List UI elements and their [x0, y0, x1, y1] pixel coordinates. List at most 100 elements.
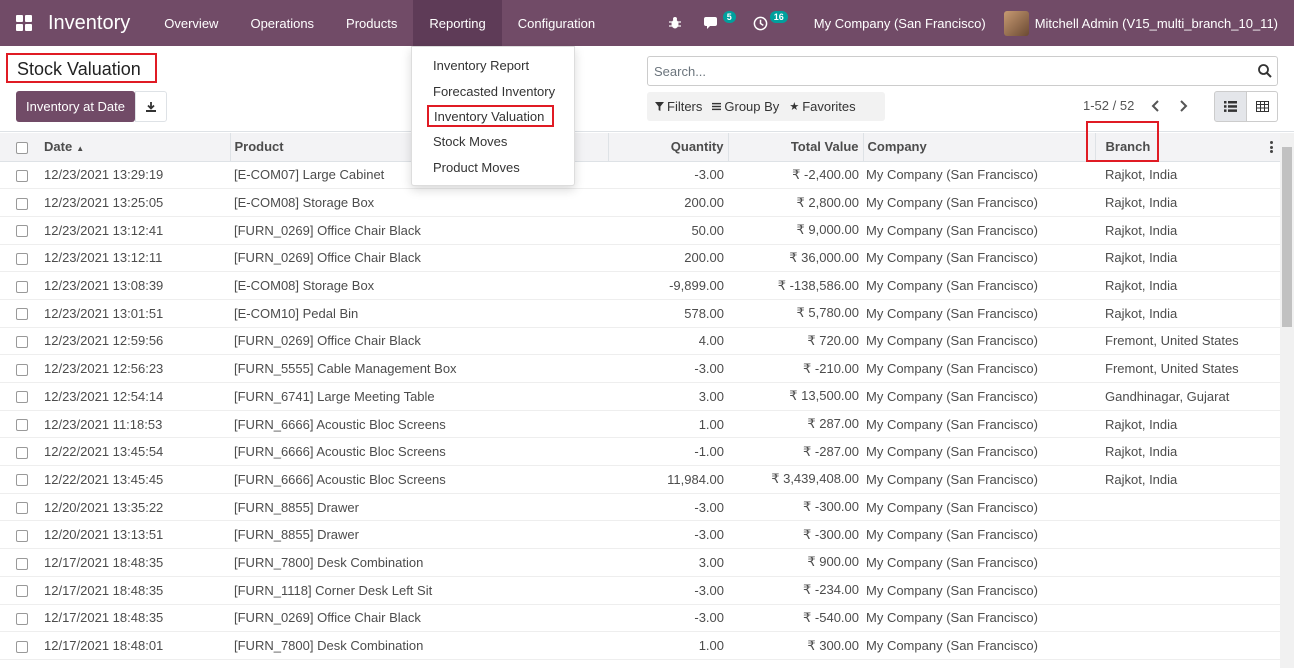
table-row[interactable]: 12/17/2021 18:48:35 [FURN_1118] Corner De… [0, 576, 1280, 605]
cell-date: 12/17/2021 18:48:35 [40, 548, 230, 577]
groupby-dropdown[interactable]: Group By [712, 99, 779, 114]
menu-item-stock-moves[interactable]: Stock Moves [412, 129, 574, 155]
table-row[interactable]: 12/17/2021 18:48:35 [FURN_0269] Office Ch… [0, 604, 1280, 633]
select-all-checkbox-cell[interactable] [0, 133, 40, 162]
row-checkbox[interactable] [16, 474, 28, 487]
menu-operations[interactable]: Operations [234, 0, 330, 46]
row-checkbox-cell[interactable] [0, 382, 40, 411]
table-row[interactable]: 12/23/2021 13:08:39 [E-COM08] Storage Box… [0, 271, 1280, 300]
apps-menu-icon[interactable] [0, 0, 48, 46]
column-date-header[interactable]: Date ▲ [40, 133, 230, 162]
row-checkbox[interactable] [16, 280, 28, 293]
row-checkbox-cell[interactable] [0, 410, 40, 439]
select-all-checkbox[interactable] [16, 141, 28, 154]
column-quantity-header[interactable]: Quantity [607, 133, 728, 162]
table-header-row: Date ▲ Product Quantity Total Value Compa… [0, 133, 1280, 162]
table-row[interactable]: 12/20/2021 13:13:51 [FURN_8855] Drawer -3.… [0, 520, 1280, 550]
table-row[interactable]: 12/23/2021 12:56:23 [FURN_5555] Cable Man… [0, 354, 1280, 383]
row-checkbox[interactable] [16, 557, 28, 570]
menu-overview[interactable]: Overview [148, 0, 234, 46]
app-name[interactable]: Inventory [48, 12, 148, 35]
menu-reporting[interactable]: Reporting [413, 0, 502, 46]
download-button[interactable] [135, 91, 167, 122]
table-row[interactable]: 12/17/2021 18:48:35 [FURN_7800] Desk Comb… [0, 548, 1280, 577]
row-checkbox-cell[interactable] [0, 299, 40, 328]
table-row[interactable]: 12/23/2021 11:18:53 [FURN_6666] Acoustic … [0, 410, 1280, 439]
row-checkbox-cell[interactable] [0, 188, 40, 217]
table-row[interactable]: 12/23/2021 13:12:11 [FURN_0269] Office Ch… [0, 244, 1280, 273]
row-checkbox[interactable] [16, 336, 28, 349]
activities-clock-icon[interactable]: 16 [742, 0, 794, 46]
optional-columns-icon[interactable] [1270, 141, 1274, 155]
menu-item-product-moves[interactable]: Product Moves [412, 155, 574, 181]
row-checkbox[interactable] [16, 391, 28, 404]
row-checkbox-cell[interactable] [0, 604, 40, 633]
user-menu[interactable]: Mitchell Admin (V15_multi_branch_10_11) [1003, 10, 1294, 36]
filters-dropdown[interactable]: Filters [655, 99, 702, 114]
table-row[interactable]: 12/17/2021 18:48:01 [FURN_7800] Desk Comb… [0, 631, 1280, 660]
table-row[interactable]: 12/23/2021 12:59:56 [FURN_0269] Office Ch… [0, 327, 1280, 356]
pivot-view-button[interactable] [1247, 91, 1278, 122]
table-row[interactable]: 12/23/2021 12:54:14 [FURN_6741] Large Mee… [0, 382, 1280, 411]
pager-value[interactable]: 1-52 / 52 [1083, 98, 1134, 113]
menu-configuration[interactable]: Configuration [502, 0, 611, 46]
row-checkbox-cell[interactable] [0, 520, 40, 550]
row-checkbox-cell[interactable] [0, 161, 40, 190]
column-total-value-header[interactable]: Total Value [727, 133, 863, 162]
cell-quantity: 1.00 [608, 631, 728, 660]
row-checkbox-cell[interactable] [0, 354, 40, 383]
favorites-dropdown[interactable]: ★ Favorites [789, 99, 855, 114]
row-checkbox[interactable] [16, 363, 28, 376]
table-row[interactable]: 12/22/2021 13:45:54 [FURN_6666] Acoustic … [0, 437, 1280, 467]
search-input[interactable] [648, 57, 1238, 85]
row-checkbox[interactable] [16, 169, 28, 182]
row-checkbox[interactable] [16, 197, 28, 210]
debug-bug-icon[interactable] [657, 0, 693, 46]
row-checkbox-cell[interactable] [0, 327, 40, 356]
column-branch-header[interactable]: Branch [1094, 133, 1280, 162]
row-checkbox[interactable] [16, 502, 28, 515]
row-checkbox[interactable] [16, 419, 28, 432]
pager-previous-button[interactable] [1145, 96, 1165, 116]
activities-badge: 16 [769, 11, 788, 23]
row-checkbox[interactable] [16, 640, 28, 653]
list-view-button[interactable] [1214, 91, 1247, 122]
menu-products[interactable]: Products [330, 0, 413, 46]
menu-item-inventory-valuation[interactable]: Inventory Valuation [427, 105, 554, 127]
pager-next-button[interactable] [1173, 96, 1193, 116]
row-checkbox-cell[interactable] [0, 465, 40, 494]
row-checkbox[interactable] [16, 225, 28, 238]
row-checkbox-cell[interactable] [0, 437, 40, 467]
messages-chat-icon[interactable]: 5 [693, 0, 742, 46]
menu-item-inventory-report[interactable]: Inventory Report [412, 53, 574, 79]
cell-total-value: ₹ -540.00 [728, 604, 863, 633]
table-row[interactable]: 12/23/2021 13:12:41 [FURN_0269] Office Ch… [0, 216, 1280, 245]
cell-date: 12/22/2021 13:45:45 [40, 465, 230, 494]
company-switcher[interactable]: My Company (San Francisco) [794, 16, 1004, 31]
row-checkbox[interactable] [16, 446, 28, 459]
row-checkbox-cell[interactable] [0, 216, 40, 245]
row-checkbox[interactable] [16, 612, 28, 625]
row-checkbox-cell[interactable] [0, 631, 40, 660]
row-checkbox-cell[interactable] [0, 576, 40, 605]
column-company-header[interactable]: Company [862, 133, 1095, 162]
table-row[interactable]: 12/22/2021 13:45:45 [FURN_6666] Acoustic … [0, 465, 1280, 494]
table-row[interactable]: 12/23/2021 13:01:51 [E-COM10] Pedal Bin 57… [0, 299, 1280, 328]
row-checkbox-cell[interactable] [0, 271, 40, 300]
row-checkbox-cell[interactable] [0, 244, 40, 273]
table-row[interactable]: 12/20/2021 13:35:22 [FURN_8855] Drawer -3.… [0, 493, 1280, 522]
inventory-at-date-button[interactable]: Inventory at Date [16, 91, 135, 122]
search-icon[interactable] [1257, 63, 1273, 79]
column-date-label: Date [44, 139, 73, 155]
row-checkbox[interactable] [16, 585, 28, 598]
row-checkbox-cell[interactable] [0, 493, 40, 522]
row-checkbox[interactable] [16, 529, 28, 542]
menu-item-forecasted-inventory[interactable]: Forecasted Inventory [412, 79, 574, 105]
row-checkbox-cell[interactable] [0, 548, 40, 577]
table-row[interactable]: 12/23/2021 13:29:19 [E-COM07] Large Cabin… [0, 161, 1280, 190]
table-row[interactable]: 12/23/2021 13:25:05 [E-COM08] Storage Box… [0, 188, 1280, 217]
row-checkbox[interactable] [16, 252, 28, 265]
scrollbar-thumb[interactable] [1282, 147, 1292, 327]
row-checkbox[interactable] [16, 308, 28, 321]
vertical-scrollbar[interactable] [1280, 133, 1294, 668]
